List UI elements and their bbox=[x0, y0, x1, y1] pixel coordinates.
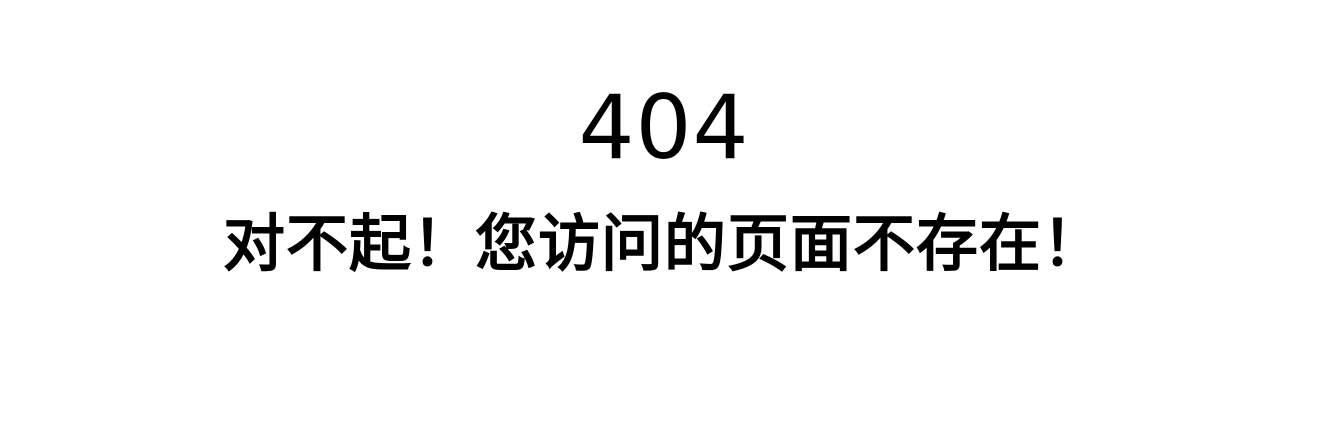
error-code-heading: 404 bbox=[578, 76, 750, 179]
error-page: 404 对不起！您访问的页面不存在！ bbox=[0, 0, 1328, 430]
error-message-text: 对不起！您访问的页面不存在！ bbox=[222, 207, 1105, 280]
